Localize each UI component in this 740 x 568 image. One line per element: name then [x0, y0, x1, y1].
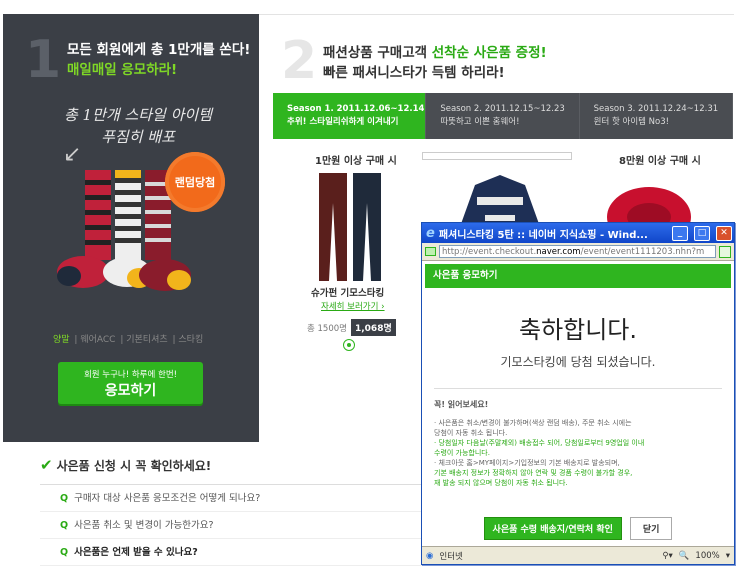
congrats-message: 기모스타킹에 당첨 되셨습니다.	[500, 355, 656, 369]
check-icon: ✔	[40, 456, 53, 474]
notice-line: 당첨이 자동 취소 됩니다.	[434, 429, 508, 437]
tab-date: Season 1. 2011.12.06~12.14	[287, 104, 425, 114]
notice-line: · 체크아웃 홈>MY페이지>기입정보의 기본 배송지로 발송되며,	[434, 459, 620, 467]
tab-title: 따뜻하고 이쁜 홈웨어!	[440, 117, 520, 127]
count-label: 총 1500명	[307, 323, 347, 334]
apply-button[interactable]: 회원 누구나! 하루에 한번! 응모하기	[58, 362, 203, 404]
faq-title-text: 사은품 신청 시 꼭 확인하세요!	[56, 458, 212, 473]
notice-line: 수령이 가능합니다.	[434, 449, 490, 457]
headline-part: 패션상품 구매고객	[323, 45, 432, 61]
tab-date: Season 3. 2011.12.24~12.31	[593, 104, 719, 114]
headline-highlight: 선착순 사은품 증정!	[431, 45, 547, 61]
faq-section: ✔ 사은품 신청 시 꼭 확인하세요! Q 구매자 대상 사은품 응모조건은 어떻게…	[40, 456, 460, 566]
popup-header: 사은품 응모하기	[425, 264, 731, 288]
step-number: 1	[25, 30, 62, 90]
close-icon[interactable]: ✕	[716, 225, 732, 241]
q-icon: Q	[60, 493, 69, 504]
zoom-dropdown-icon[interactable]: ▾	[726, 551, 730, 561]
congrats-heading: 축하합니다.	[518, 316, 638, 344]
faq-title: ✔ 사은품 신청 시 꼭 확인하세요!	[40, 456, 460, 485]
faq-question: 사은품 취소 및 변경이 가능한가요?	[74, 520, 214, 531]
url-field[interactable]: http://event.checkout.naver.com/event/ev…	[439, 245, 716, 258]
panel1-subheadline: 매일매일 응모하라!	[67, 62, 178, 78]
panel2-headline: 패션상품 구매고객 선착순 사은품 증정!	[323, 41, 547, 61]
category-wear-acc[interactable]: 웨어ACC	[80, 335, 115, 345]
category-stocking[interactable]: 스타킹	[178, 335, 203, 345]
faq-question: 구매자 대상 사은품 응모조건은 어떻게 되나요?	[74, 493, 261, 504]
zone-label: 인터넷	[439, 551, 463, 562]
event-panel-1: 1 모든 회원에게 총 1만개를 쏜다! 매일매일 응모하라! 총 1만개 스타…	[3, 14, 259, 442]
tab-date: Season 2. 2011.12.15~12.23	[440, 104, 565, 114]
window-title: 패셔니스타킹 5탄 :: 네이버 지식쇼핑 - Wind...	[438, 229, 648, 241]
popup-window: e 패셔니스타킹 5탄 :: 네이버 지식쇼핑 - Wind... _ □ ✕ …	[421, 222, 735, 565]
q-icon: Q	[60, 547, 69, 558]
handwritten-caption: 총 1만개 스타일 아이템 푸짐히 배포	[63, 106, 213, 146]
notice-line: · 당첨일자 다음날(주말제외) 배송접수 되어, 당첨일로부터 9영업일 이내	[434, 439, 645, 447]
notice-box: 꼭! 읽어보세요! · 사은품은 취소/변경이 불가하며(색상 랜덤 배송), …	[434, 388, 722, 498]
season-tabs: Season 1. 2011.12.06~12.14 추위! 스타일리쉬하게 이겨…	[273, 93, 733, 139]
product-radio[interactable]	[343, 339, 355, 351]
confirm-shipping-button[interactable]: 사은품 수령 배송지/연락처 확인	[483, 517, 622, 540]
url-domain: naver.com	[536, 247, 581, 257]
count-value: 1,068명	[350, 319, 396, 336]
tab-season-3[interactable]: Season 3. 2011.12.24~12.31 윈터 핫 아이템 No3!	[579, 93, 733, 139]
page-icon	[425, 247, 436, 256]
product-detail-link[interactable]: 자세히 보러가기 ›	[321, 300, 385, 312]
panel1-headline: 모든 회원에게 총 1만개를 쏜다!	[67, 42, 251, 58]
zoom-level[interactable]: 100%	[695, 551, 719, 561]
go-icon[interactable]	[719, 245, 731, 258]
faq-question: 사은품은 언제 받을 수 있나요?	[74, 547, 198, 558]
faq-item[interactable]: Q 사은품 취소 및 변경이 가능한가요?	[40, 512, 460, 539]
step-number: 2	[281, 31, 318, 91]
address-bar: http://event.checkout.naver.com/event/ev…	[422, 243, 734, 261]
globe-icon: ◉	[426, 550, 434, 561]
notice-line: 기본 배송지 정보가 정확하지 않아 연락 및 경품 수령이 불가할 경우,	[434, 469, 633, 477]
popup-buttons: 사은품 수령 배송지/연락처 확인 닫기	[422, 517, 734, 540]
column-heading-1: 1만원 이상 구매 시	[315, 156, 397, 167]
tab-title: 윈터 핫 아이템 No3!	[593, 117, 670, 127]
url-part: http://event.checkout.	[442, 247, 537, 257]
random-win-badge: 랜덤당첨	[165, 152, 225, 212]
apply-button-label: 응모하기	[104, 383, 157, 399]
maximize-icon[interactable]: □	[694, 225, 710, 241]
notice-line: · 사은품은 취소/변경이 불가하며(색상 랜덤 배송), 주문 취소 시에는	[434, 419, 632, 427]
tab-title: 추위! 스타일리쉬하게 이겨내기	[287, 117, 399, 127]
category-list: 양말 | 웨어ACC | 기본티셔츠 | 스타킹	[53, 335, 204, 345]
zoom-icon: 🔍	[678, 550, 690, 561]
notice-title: 꼭! 읽어보세요!	[434, 400, 489, 409]
url-part: /event/event1111203.nhn?m	[580, 247, 705, 257]
product-count: 총 1500명 1,068명	[307, 319, 396, 336]
faq-item[interactable]: Q 구매자 대상 사은품 응모조건은 어떻게 되나요?	[40, 485, 460, 512]
security-icon[interactable]: ⚲▾	[662, 551, 673, 561]
column-heading-3: 8만원 이상 구매 시	[619, 156, 701, 167]
panel2-subheadline: 빠른 패셔니스타가 득템 하리라!	[323, 65, 505, 81]
minimize-icon[interactable]: _	[672, 225, 688, 241]
q-icon: Q	[60, 520, 69, 531]
status-bar: ◉ 인터넷 ⚲▾ 🔍 100% ▾	[422, 546, 734, 564]
window-titlebar[interactable]: e 패셔니스타킹 5탄 :: 네이버 지식쇼핑 - Wind... _ □ ✕	[422, 223, 734, 243]
tab-season-1[interactable]: Season 1. 2011.12.06~12.14 추위! 스타일리쉬하게 이겨…	[273, 93, 427, 139]
category-socks[interactable]: 양말	[53, 335, 70, 345]
column-divider	[422, 152, 572, 160]
tights-image[interactable]	[315, 173, 385, 283]
product-name: 슈가펀 기모스타킹	[311, 288, 385, 299]
category-basic-tshirt[interactable]: 기본티셔츠	[126, 335, 167, 345]
faq-item[interactable]: Q 사은품은 언제 받을 수 있나요?	[40, 539, 460, 566]
close-button[interactable]: 닫기	[629, 517, 673, 540]
apply-button-sub: 회원 누구나! 하루에 한번!	[83, 370, 178, 380]
ie-icon: e	[426, 225, 435, 241]
notice-line: 재 발송 되지 않으며 당첨이 자동 취소 됩니다.	[434, 479, 568, 487]
tab-season-2[interactable]: Season 2. 2011.12.15~12.23 따뜻하고 이쁜 홈웨어!	[426, 93, 580, 139]
